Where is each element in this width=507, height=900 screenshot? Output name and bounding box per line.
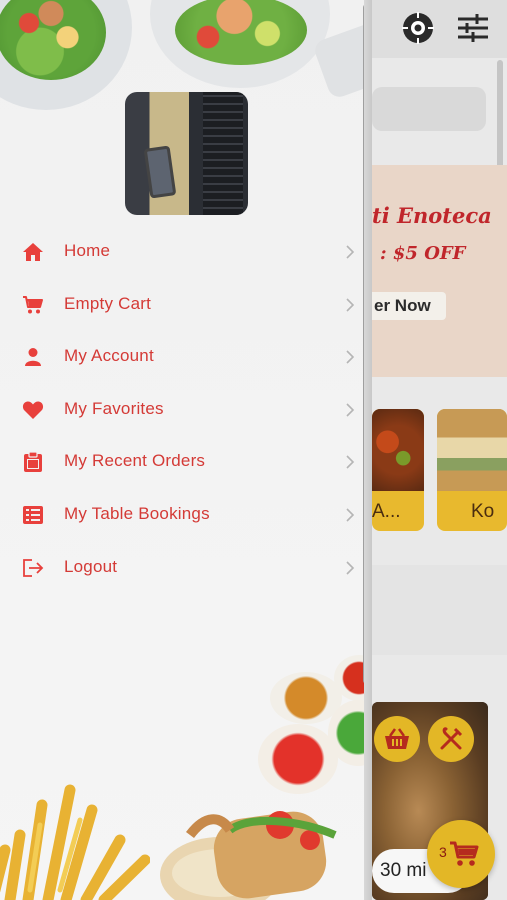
menu-item-label: Empty Cart [64, 293, 152, 313]
cart-icon [21, 293, 45, 317]
chevron-right-icon [346, 560, 355, 575]
user-icon [21, 345, 45, 369]
home-icon [21, 240, 45, 264]
chevron-right-icon [346, 350, 355, 364]
search-bar[interactable] [372, 87, 486, 131]
chevron-right-icon [346, 403, 355, 417]
menu-item-label: My Favorites [64, 398, 164, 418]
menu-item-empty-cart[interactable]: Empty Cart [0, 279, 364, 332]
heart-icon [21, 398, 45, 422]
banner-offer: : $5 OFF [380, 243, 466, 264]
clipboard-icon [21, 450, 45, 474]
cart-count-badge: 3 [439, 844, 447, 860]
location-target-icon[interactable] [400, 10, 436, 46]
cart-button[interactable]: 3 [427, 820, 495, 888]
profile-avatar[interactable] [125, 92, 248, 215]
menu-item-label: Home [64, 241, 111, 260]
fries-image [0, 784, 150, 900]
wrap-image [160, 811, 337, 900]
menu-item-my-favorites[interactable]: My Favorites [0, 384, 364, 437]
chevron-right-icon [346, 508, 355, 522]
menu-item-my-table-bookings[interactable]: My Table Bookings [0, 489, 364, 542]
cart-icon [450, 841, 479, 866]
menu-item-my-recent-orders[interactable]: My Recent Orders [0, 436, 364, 489]
restaurant-name: A... [372, 501, 401, 522]
chevron-right-icon [346, 298, 355, 312]
chevron-right-icon [346, 245, 355, 259]
section-band [372, 565, 507, 655]
restaurant-image [437, 409, 507, 491]
salad-bowl-image [150, 0, 330, 88]
menu-item-label: My Account [64, 346, 154, 366]
chevron-right-icon [346, 455, 355, 469]
fork-knife-icon [440, 727, 463, 750]
restaurant-image [372, 409, 424, 491]
side-drawer: Home Empty Cart My Account My Favorites [0, 0, 372, 900]
restaurant-card[interactable]: Ko [437, 409, 507, 531]
basket-icon [385, 728, 409, 749]
order-now-button[interactable]: er Now [372, 292, 446, 320]
drawer-edge [364, 0, 372, 900]
menu-item-label: Logout [64, 556, 118, 576]
promo-banner[interactable]: ti Enoteca : $5 OFF er Now [372, 165, 507, 377]
menu-item-my-account[interactable]: My Account [0, 331, 364, 384]
banner-title: ti Enoteca [372, 203, 492, 228]
restaurant-card[interactable]: A... [372, 409, 424, 531]
sauce-bowl-image [258, 724, 338, 794]
restaurant-name: Ko [471, 501, 495, 522]
menu-item-logout[interactable]: Logout [0, 542, 364, 595]
drawer-menu: Home Empty Cart My Account My Favorites [0, 226, 364, 594]
dine-in-button[interactable] [428, 716, 474, 762]
filter-sliders-icon[interactable] [455, 10, 491, 46]
menu-item-home[interactable]: Home [0, 226, 364, 279]
logout-icon [21, 556, 45, 580]
list-icon [21, 503, 45, 527]
basket-button[interactable] [374, 716, 420, 762]
salad-plate-image [0, 0, 132, 110]
menu-item-label: My Table Bookings [64, 503, 210, 523]
menu-item-label: My Recent Orders [64, 451, 206, 471]
